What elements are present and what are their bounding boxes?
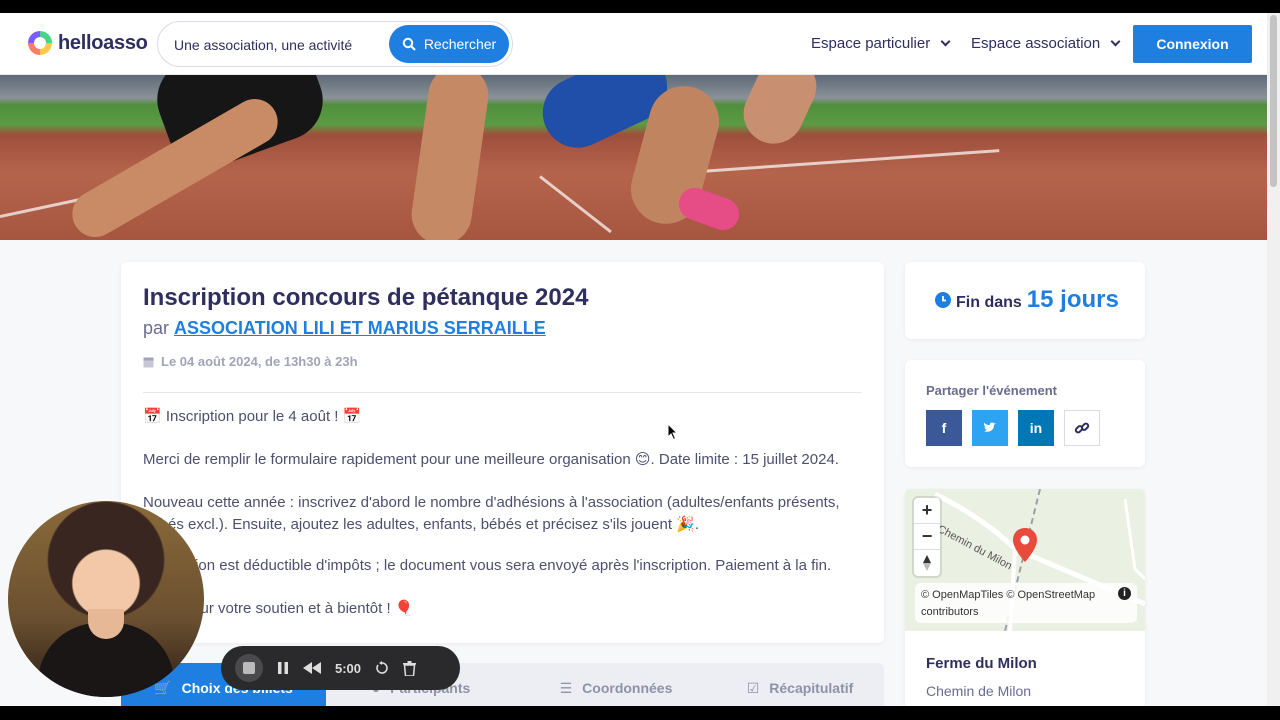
linkedin-icon: in xyxy=(1029,420,1043,436)
nav-label: Espace particulier xyxy=(811,35,931,52)
nav-label: Espace association xyxy=(971,35,1101,52)
recording-timer: 5:00 xyxy=(335,660,362,676)
zoom-out-button[interactable]: − xyxy=(914,524,940,550)
webcam-overlay xyxy=(8,501,204,697)
reset-bearing-button[interactable] xyxy=(914,550,940,576)
info-icon[interactable]: i xyxy=(1118,587,1131,600)
facebook-icon: f xyxy=(941,420,947,436)
location-card: Chemin du Milon + − © OpenMapTiles © Ope… xyxy=(905,489,1145,706)
event-description-card: Inscription concours de pétanque 2024 pa… xyxy=(121,262,884,643)
search-input[interactable] xyxy=(174,34,384,56)
link-icon xyxy=(1074,422,1090,434)
deadline-prefix: Fin dans xyxy=(956,294,1022,311)
share-title: Partager l'événement xyxy=(926,383,1057,398)
map-attribution-text: © OpenMapTiles © OpenStreetMap contribut… xyxy=(921,589,1096,618)
zoom-in-button[interactable]: + xyxy=(914,498,940,524)
share-facebook-button[interactable]: f xyxy=(926,410,962,446)
place-address: Chemin de Milon xyxy=(926,683,1032,699)
rewind-icon[interactable] xyxy=(303,662,321,674)
stop-recording-button[interactable] xyxy=(235,654,263,682)
clock-icon xyxy=(935,292,951,308)
stop-icon xyxy=(243,662,255,674)
event-date: Le 04 août 2024, de 13h30 à 23h xyxy=(143,354,358,369)
description-paragraph: Merci pour votre soutien et à bientôt ! … xyxy=(143,600,414,617)
search-button-label: Rechercher xyxy=(423,36,497,52)
nav-espace-association[interactable]: Espace association xyxy=(971,35,1121,52)
map-zoom-controls: + − xyxy=(914,498,940,576)
map-marker-icon[interactable] xyxy=(1013,528,1037,562)
step-label: Coordonnées xyxy=(582,680,673,696)
logo-text: helloasso xyxy=(58,31,148,54)
search-bar: Rechercher xyxy=(157,21,513,67)
twitter-icon xyxy=(983,422,996,432)
runner-leg xyxy=(407,75,493,240)
search-icon xyxy=(402,37,416,51)
share-linkedin-button[interactable]: in xyxy=(1018,410,1054,446)
track-line xyxy=(539,175,612,234)
search-button[interactable]: Rechercher xyxy=(389,25,509,63)
calendar-icon xyxy=(143,357,154,367)
description-paragraph: 📅 Inscription pour le 4 août ! 📅 xyxy=(143,408,362,425)
location-map[interactable]: Chemin du Milon + − © OpenMapTiles © Ope… xyxy=(905,489,1145,631)
runner-shoe xyxy=(674,183,744,235)
description-paragraph: Merci de remplir le formulaire rapidemen… xyxy=(143,451,839,468)
event-title: Inscription concours de pétanque 2024 xyxy=(143,284,589,311)
site-header: helloasso Rechercher Espace particulier … xyxy=(0,13,1267,75)
helloasso-logo[interactable]: helloasso xyxy=(28,31,148,55)
login-button[interactable]: Connexion xyxy=(1133,25,1252,63)
deadline-value: 15 jours xyxy=(1026,286,1119,313)
map-attribution: © OpenMapTiles © OpenStreetMap contribut… xyxy=(915,583,1137,623)
organizer-prefix: par xyxy=(143,318,170,338)
list-icon: ☰ xyxy=(559,679,573,696)
deadline-text: Fin dans 15 jours xyxy=(935,286,1119,314)
deadline-card: Fin dans 15 jours xyxy=(905,262,1145,339)
logo-mark-icon xyxy=(28,31,52,55)
track-line xyxy=(699,149,1000,173)
event-date-text: Le 04 août 2024, de 13h30 à 23h xyxy=(161,354,358,369)
scrollbar-thumb[interactable] xyxy=(1270,15,1277,187)
checkbox-icon: ☑ xyxy=(746,679,760,696)
screen-recorder-toolbar: 5:00 xyxy=(221,646,460,690)
share-twitter-button[interactable] xyxy=(972,410,1008,446)
organizer-link[interactable]: ASSOCIATION LILI ET MARIUS SERRAILLE xyxy=(174,318,546,338)
chevron-down-icon xyxy=(940,36,951,47)
nav-espace-particulier[interactable]: Espace particulier xyxy=(811,35,951,52)
divider xyxy=(143,392,862,393)
chevron-down-icon xyxy=(1110,36,1121,47)
trash-icon[interactable] xyxy=(403,660,417,676)
copy-link-button[interactable] xyxy=(1064,410,1100,446)
event-banner-image xyxy=(0,75,1267,240)
step-recapitulatif[interactable]: ☑ Récapitulatif xyxy=(716,663,884,706)
step-label: Récapitulatif xyxy=(769,680,854,696)
description-paragraph: L'adhésion est déductible d'impôts ; le … xyxy=(143,557,832,574)
step-coordonnees[interactable]: ☰ Coordonnées xyxy=(516,663,716,706)
event-organizer-line: par ASSOCIATION LILI ET MARIUS SERRAILLE xyxy=(143,318,546,339)
compass-icon xyxy=(923,555,931,571)
share-card: Partager l'événement f in xyxy=(905,360,1145,467)
restart-icon[interactable] xyxy=(375,661,389,675)
runner-arm xyxy=(733,75,827,154)
place-name: Ferme du Milon xyxy=(926,655,1037,672)
pause-icon[interactable] xyxy=(277,661,289,675)
description-paragraph: Nouveau cette année : inscrivez d'abord … xyxy=(143,494,840,533)
mouse-cursor-icon xyxy=(668,424,678,440)
